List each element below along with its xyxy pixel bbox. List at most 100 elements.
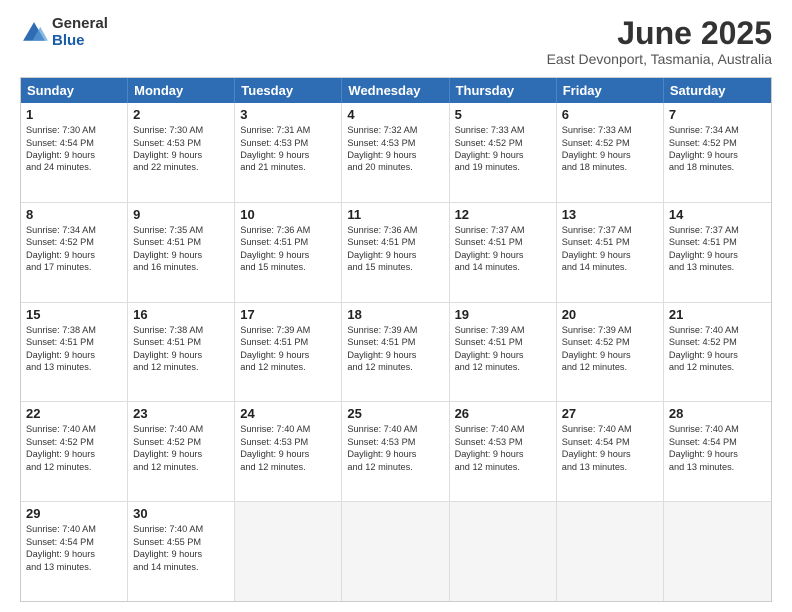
cell-info-line: Sunrise: 7:40 AM — [562, 423, 658, 435]
cell-info-line: Sunrise: 7:37 AM — [669, 224, 766, 236]
cell-info-line: Sunrise: 7:39 AM — [562, 324, 658, 336]
cell-info-line: Daylight: 9 hours — [347, 349, 443, 361]
day-number: 6 — [562, 107, 658, 122]
cell-info-line: Sunrise: 7:33 AM — [455, 124, 551, 136]
calendar-cell: 9Sunrise: 7:35 AMSunset: 4:51 PMDaylight… — [128, 203, 235, 302]
cell-info-line: and 13 minutes. — [26, 561, 122, 573]
cell-info-line: Sunset: 4:52 PM — [26, 436, 122, 448]
cell-info-line: Sunrise: 7:39 AM — [347, 324, 443, 336]
cell-info-line: Sunrise: 7:37 AM — [455, 224, 551, 236]
day-number: 20 — [562, 307, 658, 322]
day-number: 2 — [133, 107, 229, 122]
cell-info-line: Sunset: 4:51 PM — [347, 336, 443, 348]
calendar-cell: 11Sunrise: 7:36 AMSunset: 4:51 PMDayligh… — [342, 203, 449, 302]
cell-info-line: Sunset: 4:52 PM — [455, 137, 551, 149]
cell-info-line: Daylight: 9 hours — [26, 448, 122, 460]
cell-info-line: and 20 minutes. — [347, 161, 443, 173]
cell-info-line: Daylight: 9 hours — [669, 249, 766, 261]
calendar-cell: 24 Sunrise: 7:40 AMSunset: 4:53 PMDayligh… — [235, 402, 342, 501]
day-number: 26 — [455, 406, 551, 421]
calendar-cell — [342, 502, 449, 601]
cell-info-line: Daylight: 9 hours — [455, 448, 551, 460]
day-number: 13 — [562, 207, 658, 222]
main-title: June 2025 — [547, 16, 772, 51]
cell-info-line: and 13 minutes. — [562, 461, 658, 473]
calendar-cell: 13Sunrise: 7:37 AMSunset: 4:51 PMDayligh… — [557, 203, 664, 302]
day-number: 21 — [669, 307, 766, 322]
cell-info-line: Sunset: 4:53 PM — [133, 137, 229, 149]
cell-info-line: and 19 minutes. — [455, 161, 551, 173]
calendar-cell: 1Sunrise: 7:30 AMSunset: 4:54 PMDaylight… — [21, 103, 128, 202]
cell-info-line: Daylight: 9 hours — [240, 448, 336, 460]
calendar-cell: 15Sunrise: 7:38 AMSunset: 4:51 PMDayligh… — [21, 303, 128, 402]
cell-info-line: Daylight: 9 hours — [562, 448, 658, 460]
cell-info-line: Sunset: 4:54 PM — [562, 436, 658, 448]
day-number: 3 — [240, 107, 336, 122]
cell-info-line: Daylight: 9 hours — [347, 448, 443, 460]
cell-info-line: and 15 minutes. — [347, 261, 443, 273]
cell-info-line: Sunset: 4:54 PM — [669, 436, 766, 448]
cell-info-line: Daylight: 9 hours — [562, 249, 658, 261]
calendar: SundayMondayTuesdayWednesdayThursdayFrid… — [20, 77, 772, 602]
cell-info-line: Sunset: 4:51 PM — [240, 336, 336, 348]
cell-info-line: Sunset: 4:51 PM — [133, 336, 229, 348]
cell-info-line: Sunset: 4:51 PM — [347, 236, 443, 248]
cell-info-line: Sunset: 4:51 PM — [240, 236, 336, 248]
cell-info-line: Sunset: 4:53 PM — [347, 436, 443, 448]
day-number: 28 — [669, 406, 766, 421]
calendar-cell — [664, 502, 771, 601]
logo-text: General Blue — [52, 16, 108, 49]
cell-info-line: Daylight: 9 hours — [347, 249, 443, 261]
day-number: 10 — [240, 207, 336, 222]
cell-info-line: Sunset: 4:54 PM — [26, 137, 122, 149]
cell-info-line: Sunrise: 7:34 AM — [26, 224, 122, 236]
day-number: 24 — [240, 406, 336, 421]
day-number: 16 — [133, 307, 229, 322]
day-number: 11 — [347, 207, 443, 222]
calendar-week: 15Sunrise: 7:38 AMSunset: 4:51 PMDayligh… — [21, 303, 771, 403]
calendar-week: 1Sunrise: 7:30 AMSunset: 4:54 PMDaylight… — [21, 103, 771, 203]
day-number: 27 — [562, 406, 658, 421]
cell-info-line: and 12 minutes. — [133, 361, 229, 373]
cell-info-line: and 12 minutes. — [347, 361, 443, 373]
calendar-cell: 21Sunrise: 7:40 AMSunset: 4:52 PMDayligh… — [664, 303, 771, 402]
day-number: 25 — [347, 406, 443, 421]
calendar-cell: 23Sunrise: 7:40 AMSunset: 4:52 PMDayligh… — [128, 402, 235, 501]
cell-info-line: Daylight: 9 hours — [26, 349, 122, 361]
cell-info-line: Daylight: 9 hours — [133, 448, 229, 460]
day-number: 30 — [133, 506, 229, 521]
cell-info-line: and 13 minutes. — [669, 461, 766, 473]
cell-info-line: Sunset: 4:52 PM — [562, 137, 658, 149]
day-number: 1 — [26, 107, 122, 122]
cell-info-line: Daylight: 9 hours — [133, 149, 229, 161]
logo: General Blue — [20, 16, 108, 49]
calendar-cell: 19Sunrise: 7:39 AMSunset: 4:51 PMDayligh… — [450, 303, 557, 402]
cell-info-line: and 14 minutes. — [455, 261, 551, 273]
cell-info-line: Sunset: 4:53 PM — [240, 436, 336, 448]
calendar-cell: 16Sunrise: 7:38 AMSunset: 4:51 PMDayligh… — [128, 303, 235, 402]
cell-info-line: Sunrise: 7:40 AM — [347, 423, 443, 435]
cell-info-line: Sunrise: 7:30 AM — [133, 124, 229, 136]
cell-info-line: and 13 minutes. — [26, 361, 122, 373]
calendar-cell: 3Sunrise: 7:31 AMSunset: 4:53 PMDaylight… — [235, 103, 342, 202]
header: General Blue June 2025 East Devonport, T… — [20, 16, 772, 67]
cell-info-line: and 12 minutes. — [669, 361, 766, 373]
cell-info-line: Daylight: 9 hours — [133, 548, 229, 560]
cell-info-line: Daylight: 9 hours — [455, 149, 551, 161]
calendar-cell — [235, 502, 342, 601]
calendar-header-day: Sunday — [21, 78, 128, 103]
day-number: 15 — [26, 307, 122, 322]
cell-info-line: Sunrise: 7:40 AM — [240, 423, 336, 435]
cell-info-line: and 12 minutes. — [240, 461, 336, 473]
cell-info-line: Sunset: 4:54 PM — [26, 536, 122, 548]
cell-info-line: Sunrise: 7:40 AM — [26, 523, 122, 535]
calendar-cell — [450, 502, 557, 601]
calendar-cell: 6Sunrise: 7:33 AMSunset: 4:52 PMDaylight… — [557, 103, 664, 202]
day-number: 9 — [133, 207, 229, 222]
cell-info-line: Daylight: 9 hours — [133, 249, 229, 261]
cell-info-line: Daylight: 9 hours — [562, 349, 658, 361]
cell-info-line: and 17 minutes. — [26, 261, 122, 273]
cell-info-line: Sunrise: 7:39 AM — [455, 324, 551, 336]
calendar-cell: 30Sunrise: 7:40 AMSunset: 4:55 PMDayligh… — [128, 502, 235, 601]
cell-info-line: Daylight: 9 hours — [26, 149, 122, 161]
